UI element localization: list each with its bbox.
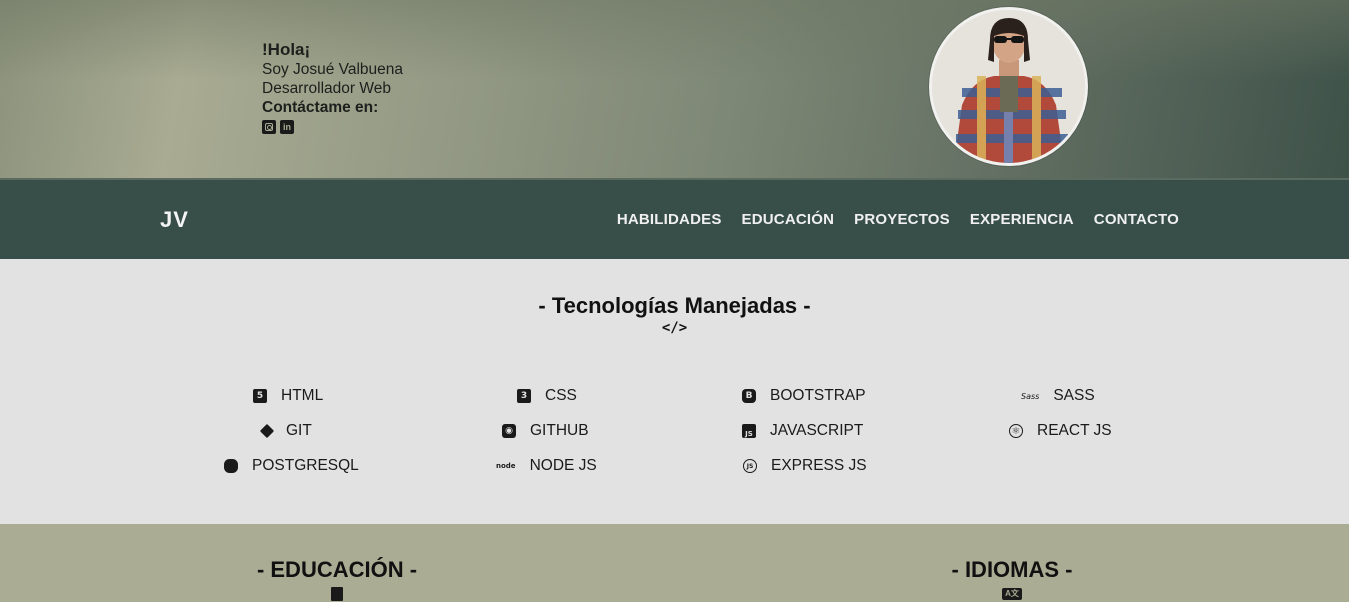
- skill-nodejs: node NODE JS: [496, 457, 597, 475]
- skill-label: POSTGRESQL: [252, 457, 359, 474]
- bootstrap-icon: B: [742, 389, 756, 403]
- skill-label: GITHUB: [530, 422, 589, 439]
- avatar: [929, 7, 1088, 166]
- skill-label: REACT JS: [1037, 422, 1112, 439]
- javascript-icon: JS: [742, 424, 756, 438]
- skill-label: NODE JS: [529, 457, 597, 474]
- social-links: in: [262, 120, 403, 134]
- skill-label: HTML: [281, 387, 324, 404]
- section-title: - Tecnologías Manejadas -: [538, 293, 811, 318]
- technologies-section: - Tecnologías Manejadas - </> 5 HTML 3 C…: [0, 259, 1349, 524]
- linkedin-icon[interactable]: in: [280, 120, 294, 134]
- nav-link-proyectos[interactable]: PROYECTOS: [854, 211, 950, 228]
- book-icon: [331, 587, 343, 601]
- nodejs-icon: node: [496, 462, 516, 470]
- skill-label: GIT: [286, 422, 312, 439]
- sass-icon: Sass: [1021, 391, 1040, 401]
- nav-link-contacto[interactable]: CONTACTO: [1094, 211, 1179, 228]
- instagram-icon[interactable]: [262, 120, 276, 134]
- skill-github: ◉ GITHUB: [502, 422, 589, 440]
- github-icon: ◉: [502, 424, 516, 438]
- css3-icon: 3: [517, 389, 531, 403]
- expressjs-icon: JS: [743, 459, 757, 473]
- database-icon: [224, 459, 238, 473]
- languages-title: - IDIOMAS -: [951, 557, 1073, 582]
- skill-label: JAVASCRIPT: [770, 422, 864, 439]
- intro-block: !Hola¡ Soy Josué Valbuena Desarrollador …: [262, 40, 403, 134]
- nav-link-experiencia[interactable]: EXPERIENCIA: [970, 211, 1074, 228]
- role-text: Desarrollador Web: [262, 80, 391, 97]
- skill-css: 3 CSS: [517, 387, 577, 405]
- main-navbar: JV HABILIDADES EDUCACIÓN PROYECTOS EXPER…: [0, 178, 1349, 259]
- skill-label: EXPRESS JS: [771, 457, 867, 474]
- git-icon: [259, 423, 275, 439]
- skill-label: SASS: [1053, 387, 1095, 404]
- hero-banner: !Hola¡ Soy Josué Valbuena Desarrollador …: [0, 0, 1349, 178]
- nav-menu: HABILIDADES EDUCACIÓN PROYECTOS EXPERIEN…: [617, 211, 1179, 228]
- skill-label: CSS: [545, 387, 577, 404]
- react-icon: ⚛: [1009, 424, 1023, 438]
- skill-react: ⚛ REACT JS: [1009, 422, 1112, 440]
- education-title: - EDUCACIÓN -: [256, 557, 418, 582]
- skill-html: 5 HTML: [253, 387, 323, 405]
- contact-label: Contáctame en:: [262, 99, 379, 116]
- skill-javascript: JS JAVASCRIPT: [742, 422, 863, 440]
- profile-photo: [932, 10, 1085, 163]
- code-icon: </>: [661, 320, 688, 336]
- intro-name: Soy Josué Valbuena: [262, 61, 404, 78]
- nav-link-habilidades[interactable]: HABILIDADES: [617, 211, 722, 228]
- skill-postgresql: POSTGRESQL: [224, 457, 359, 475]
- greeting: !Hola¡: [262, 40, 311, 59]
- education-languages-section: - EDUCACIÓN - - IDIOMAS - A文: [0, 524, 1349, 602]
- skill-git: GIT: [259, 422, 312, 440]
- skill-bootstrap: B BOOTSTRAP: [742, 387, 866, 405]
- translate-icon: A文: [1002, 588, 1022, 600]
- skill-sass: Sass SASS: [1021, 387, 1095, 405]
- skill-label: BOOTSTRAP: [770, 387, 866, 404]
- nav-link-educacion[interactable]: EDUCACIÓN: [742, 211, 835, 228]
- logo[interactable]: JV: [160, 207, 189, 233]
- html5-icon: 5: [253, 389, 267, 403]
- skill-expressjs: JS EXPRESS JS: [743, 457, 867, 475]
